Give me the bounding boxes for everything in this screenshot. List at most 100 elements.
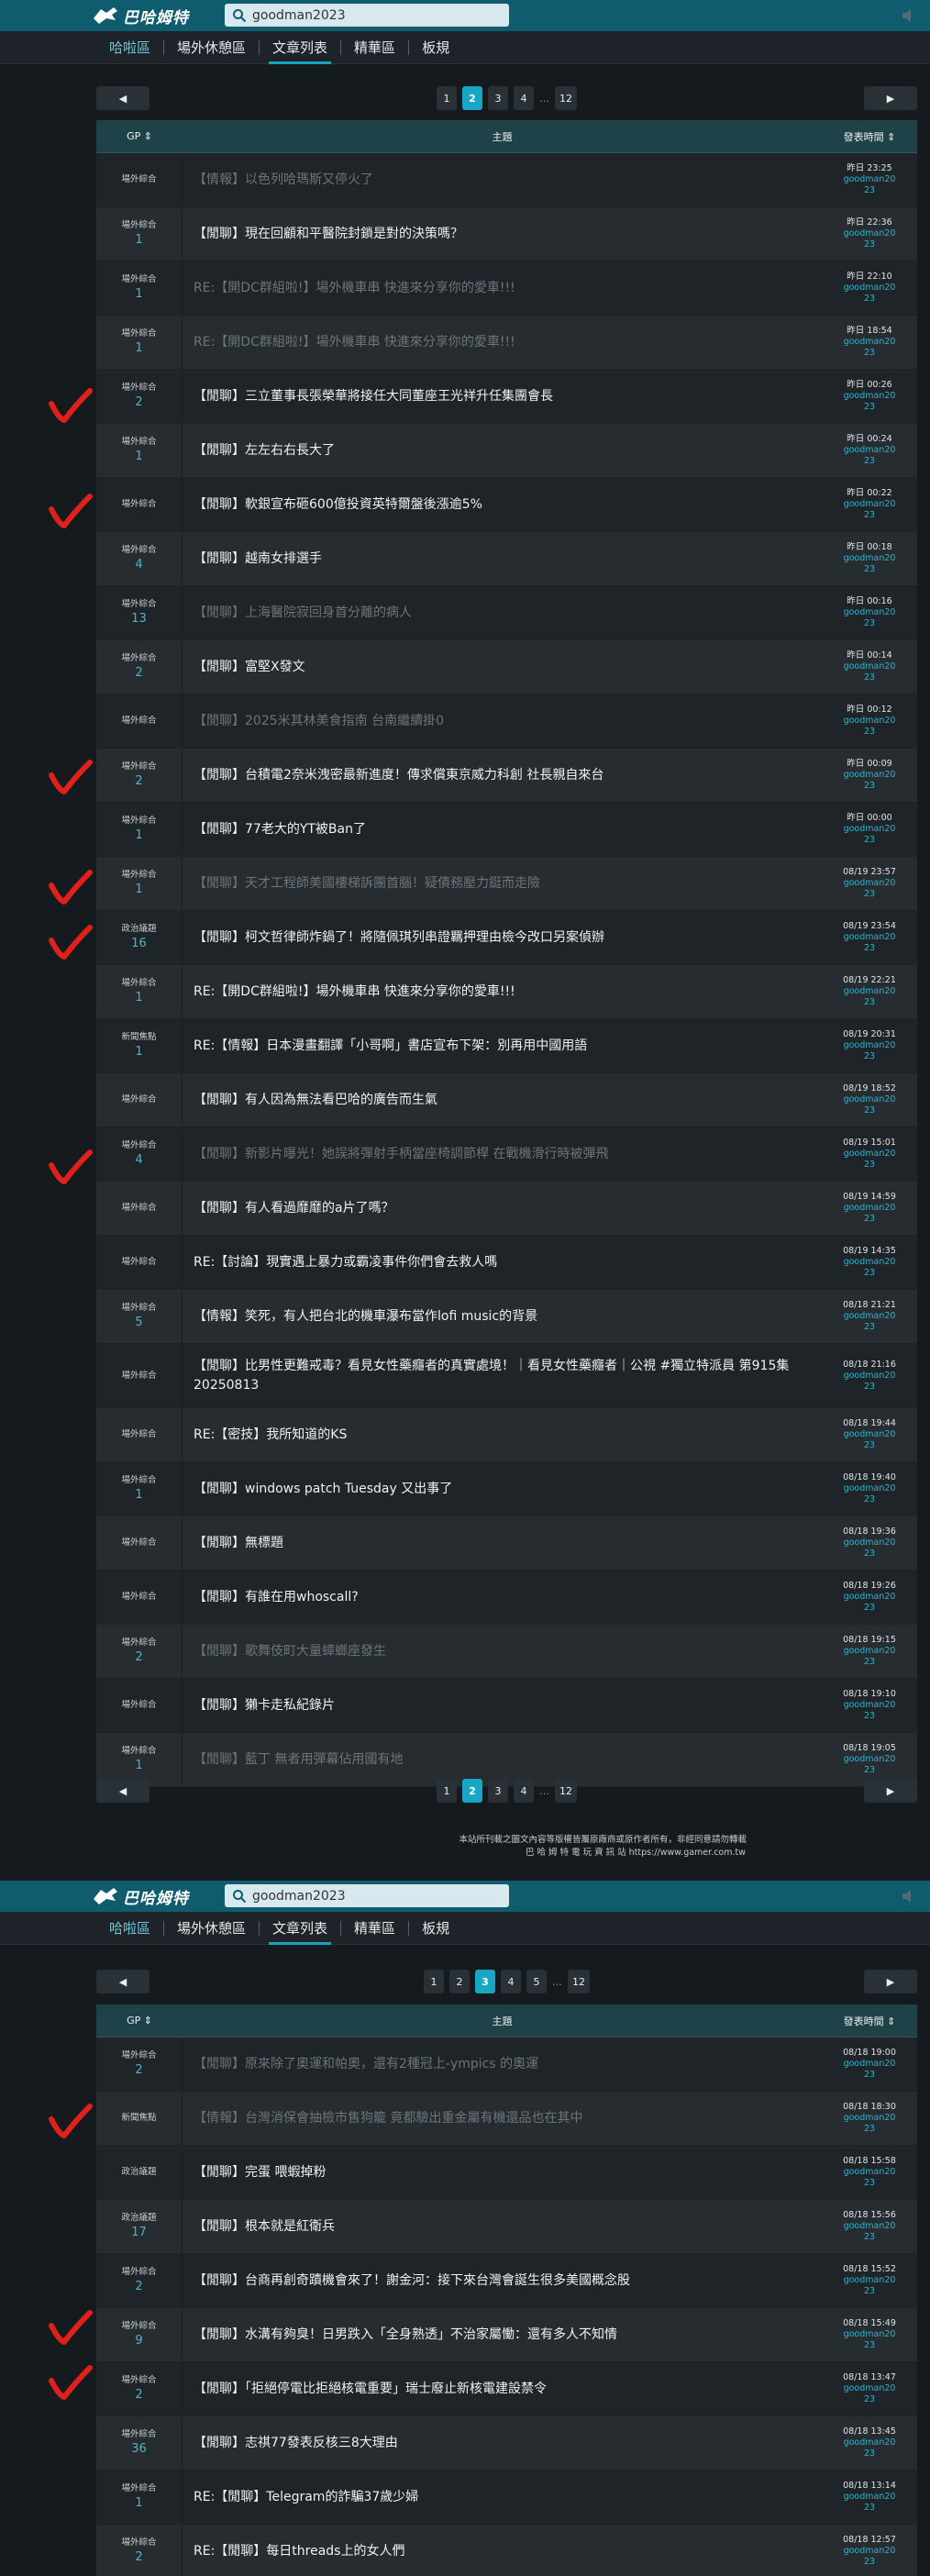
article-title-link[interactable]: 【閒聊】上海醫院寂回身首分離的病人 bbox=[183, 586, 822, 639]
article-title-link[interactable]: 【閒聊】台積電2奈米洩密最新進度！傳求償東京威力科創 社長親自來台 bbox=[183, 749, 822, 802]
page-button-12[interactable]: 12 bbox=[568, 1970, 590, 1993]
article-title-link[interactable]: 【閒聊】左左右右長大了 bbox=[183, 424, 822, 477]
search-icon[interactable] bbox=[232, 1889, 247, 1904]
search-box[interactable] bbox=[225, 1884, 509, 1907]
article-title-link[interactable]: 【情報】笑死，有人把台北的機車瀑布當作lofi music的背景 bbox=[183, 1290, 822, 1343]
author-link[interactable]: goodman2023 bbox=[843, 1257, 896, 1279]
table-row[interactable]: 場外綜合 【閒聊】獺卡走私紀錄片 08/18 19:10 goodman2023 bbox=[96, 1679, 917, 1733]
author-link[interactable]: goodman2023 bbox=[843, 932, 896, 954]
author-link[interactable]: goodman2023 bbox=[843, 499, 896, 521]
article-title-link[interactable]: 【閒聊】新影片曝光！她誤將彈射手柄當座椅調節桿 在戰機滑行時被彈飛 bbox=[183, 1127, 822, 1181]
table-row[interactable]: 場外綜合 36 【閒聊】志祺77發表反核三8大理由 08/18 13:45 goodma… bbox=[96, 2416, 917, 2471]
article-title-link[interactable]: 【情報】以色列哈瑪斯又停火了 bbox=[183, 153, 822, 206]
page-button-4[interactable]: 4 bbox=[501, 1970, 521, 1993]
article-title-link[interactable]: 【閒聊】台商再創奇蹟機會來了！謝金河：接下來台灣會誕生很多美國概念股 bbox=[183, 2254, 822, 2307]
tab-rules[interactable]: 板規 bbox=[409, 1912, 462, 1945]
page-button-2[interactable]: 2 bbox=[449, 1970, 470, 1993]
article-title-link[interactable]: 【閒聊】有誰在用whoscall? bbox=[183, 1571, 822, 1624]
author-link[interactable]: goodman2023 bbox=[843, 2437, 896, 2459]
sub-board-label[interactable]: 場外綜合 bbox=[121, 219, 156, 232]
sub-board-label[interactable]: 新聞焦點 bbox=[121, 2112, 156, 2125]
author-link[interactable]: goodman2023 bbox=[843, 228, 896, 250]
table-row[interactable]: 場外綜合 1 【閒聊】windows patch Tuesday 又出事了 08/18… bbox=[96, 1462, 917, 1516]
time-sort-header[interactable]: 發表時間 ⇕ bbox=[822, 2014, 917, 2028]
author-link[interactable]: goodman2023 bbox=[843, 1311, 896, 1333]
page-button-4[interactable]: 4 bbox=[514, 86, 534, 110]
sub-board-label[interactable]: 場外綜合 bbox=[121, 2482, 156, 2495]
author-link[interactable]: goodman2023 bbox=[843, 283, 896, 305]
speaker-icon[interactable] bbox=[901, 1888, 917, 1904]
sub-board-label[interactable]: 場外綜合 bbox=[121, 1699, 156, 1712]
tab-article-list[interactable]: 文章列表 bbox=[260, 1912, 340, 1945]
sub-board-label[interactable]: 場外綜合 bbox=[121, 869, 156, 882]
author-link[interactable]: goodman2023 bbox=[843, 2329, 896, 2351]
article-title-link[interactable]: RE:【開DC群組啦!】場外機車串 快進來分享你的愛車!!! bbox=[183, 965, 822, 1018]
page-button-3[interactable]: 3 bbox=[488, 86, 508, 110]
article-title-link[interactable]: 【閒聊】軟銀宣布砸600億投資英特爾盤後漲逾5% bbox=[183, 478, 822, 531]
sub-board-label[interactable]: 場外綜合 bbox=[121, 2266, 156, 2279]
table-row[interactable]: 場外綜合 2 【閒聊】「拒絕停電比拒絕核電重要」瑞士廢止新核電建設禁令 08/18 1… bbox=[96, 2362, 917, 2416]
author-link[interactable]: goodman2023 bbox=[843, 174, 896, 196]
table-row[interactable]: 場外綜合 1 RE:【開DC群組啦!】場外機車串 快進來分享你的愛車!!! 昨日 18… bbox=[96, 316, 917, 370]
article-title-link[interactable]: 【閒聊】有人因為無法看巴哈的廣告而生氣 bbox=[183, 1073, 822, 1127]
article-title-link[interactable]: 【閒聊】有人看過靡靡的a片了嗎？ bbox=[183, 1182, 822, 1235]
table-row[interactable]: 場外綜合 2 【閒聊】原來除了奧運和帕奧，還有2種冠上-ympics 的奧運 08/1… bbox=[96, 2037, 917, 2092]
sub-board-label[interactable]: 場外綜合 bbox=[121, 2537, 156, 2549]
page-button-3[interactable]: 3 bbox=[488, 1779, 508, 1803]
table-row[interactable]: 場外綜合 【閒聊】有人因為無法看巴哈的廣告而生氣 08/19 18:52 goodma… bbox=[96, 1073, 917, 1127]
author-link[interactable]: goodman2023 bbox=[843, 1754, 896, 1776]
article-title-link[interactable]: 【閒聊】77老大的YT被Ban了 bbox=[183, 803, 822, 856]
next-page-button[interactable]: ▶ bbox=[864, 86, 917, 110]
sub-board-label[interactable]: 場外綜合 bbox=[121, 715, 156, 727]
sub-board-label[interactable]: 場外綜合 bbox=[121, 598, 156, 611]
author-link[interactable]: goodman2023 bbox=[843, 770, 896, 792]
article-title-link[interactable]: 【閒聊】根本就是紅衛兵 bbox=[183, 2200, 822, 2253]
table-row[interactable]: 場外綜合 1 【閒聊】天才工程師美國樓梯訴團首腦！疑債務壓力鋌而走險 08/19 23… bbox=[96, 857, 917, 911]
article-title-link[interactable]: RE:【密技】我所知道的KS bbox=[183, 1408, 822, 1461]
author-link[interactable]: goodman2023 bbox=[843, 824, 896, 846]
sub-board-label[interactable]: 政治議題 bbox=[121, 2166, 156, 2179]
table-row[interactable]: 場外綜合 1 【閒聊】現在回顧和平醫院封鎖是對的決策嗎？ 昨日 22:36 goodma… bbox=[96, 207, 917, 261]
table-row[interactable]: 場外綜合 2 【閒聊】三立董事長張榮華將接任大同董座王光祥升任集團會長 昨日 00:2… bbox=[96, 370, 917, 424]
search-input[interactable] bbox=[252, 7, 500, 23]
table-row[interactable]: 場外綜合 2 【閒聊】富堅X發文 昨日 00:14 goodman2023 bbox=[96, 640, 917, 694]
sub-board-label[interactable]: 場外綜合 bbox=[121, 273, 156, 286]
table-row[interactable]: 場外綜合 RE:【討論】現實遇上暴力或霸凌事件你們會去救人嗎 08/19 14:35… bbox=[96, 1236, 917, 1290]
sub-board-label[interactable]: 政治議題 bbox=[121, 2212, 156, 2225]
page-button-1[interactable]: 1 bbox=[437, 86, 457, 110]
sub-board-label[interactable]: 場外綜合 bbox=[121, 498, 156, 511]
author-link[interactable]: goodman2023 bbox=[843, 878, 896, 900]
article-title-link[interactable]: RE:【閒聊】每日threads上的女人們 bbox=[183, 2525, 822, 2576]
table-row[interactable]: 場外綜合 【閒聊】軟銀宣布砸600億投資英特爾盤後漲逾5% 昨日 00:22 good… bbox=[96, 478, 917, 532]
article-title-link[interactable]: RE:【情報】日本漫畫翻譯「小哥啊」書店宣布下架：別再用中國用語 bbox=[183, 1019, 822, 1072]
author-link[interactable]: goodman2023 bbox=[843, 2113, 896, 2135]
article-title-link[interactable]: 【閒聊】windows patch Tuesday 又出事了 bbox=[183, 1462, 822, 1516]
sub-board-label[interactable]: 場外綜合 bbox=[121, 1256, 156, 1269]
table-row[interactable]: 場外綜合 5 【情報】笑死，有人把台北的機車瀑布當作lofi music的背景 08/… bbox=[96, 1290, 917, 1344]
sub-board-label[interactable]: 場外綜合 bbox=[121, 1591, 156, 1604]
table-row[interactable]: 場外綜合 1 RE:【閒聊】Telegram的詐騙37歲少婦 08/18 13:14 g… bbox=[96, 2471, 917, 2525]
article-title-link[interactable]: 【閒聊】獺卡走私紀錄片 bbox=[183, 1679, 822, 1732]
table-row[interactable]: 場外綜合 4 【閒聊】新影片曝光！她誤將彈射手柄當座椅調節桿 在戰機滑行時被彈飛 08… bbox=[96, 1127, 917, 1182]
author-link[interactable]: goodman2023 bbox=[843, 2167, 896, 2189]
author-link[interactable]: goodman2023 bbox=[843, 1700, 896, 1722]
sub-board-label[interactable]: 場外綜合 bbox=[121, 2428, 156, 2441]
author-link[interactable]: goodman2023 bbox=[843, 2492, 896, 2514]
author-link[interactable]: goodman2023 bbox=[843, 986, 896, 1008]
author-link[interactable]: goodman2023 bbox=[843, 716, 896, 738]
page-button-1[interactable]: 1 bbox=[437, 1779, 457, 1803]
sub-board-label[interactable]: 場外綜合 bbox=[121, 1202, 156, 1215]
table-row[interactable]: 場外綜合 【閒聊】2025米其林美食指南 台南繼續掛0 昨日 00:12 goodma… bbox=[96, 694, 917, 749]
table-row[interactable]: 場外綜合 13 【閒聊】上海醫院寂回身首分離的病人 昨日 00:16 goodman20… bbox=[96, 586, 917, 640]
search-input[interactable] bbox=[252, 1888, 500, 1904]
author-link[interactable]: goodman2023 bbox=[843, 1429, 896, 1451]
author-link[interactable]: goodman2023 bbox=[843, 1149, 896, 1171]
table-row[interactable]: 場外綜合 1 【閒聊】左左右右長大了 昨日 00:24 goodman2023 bbox=[96, 424, 917, 478]
table-row[interactable]: 場外綜合 1 RE:【開DC群組啦!】場外機車串 快進來分享你的愛車!!! 昨日 22… bbox=[96, 261, 917, 316]
search-box[interactable] bbox=[225, 4, 509, 27]
page-button-5[interactable]: 5 bbox=[526, 1970, 547, 1993]
table-row[interactable]: 場外綜合 2 【閒聊】台商再創奇蹟機會來了！謝金河：接下來台灣會誕生很多美國概念股 0… bbox=[96, 2254, 917, 2308]
table-row[interactable]: 場外綜合 1 【閒聊】77老大的YT被Ban了 昨日 00:00 goodman2023 bbox=[96, 803, 917, 857]
article-title-link[interactable]: 【閒聊】現在回顧和平醫院封鎖是對的決策嗎？ bbox=[183, 207, 822, 261]
speaker-icon[interactable] bbox=[901, 7, 917, 24]
